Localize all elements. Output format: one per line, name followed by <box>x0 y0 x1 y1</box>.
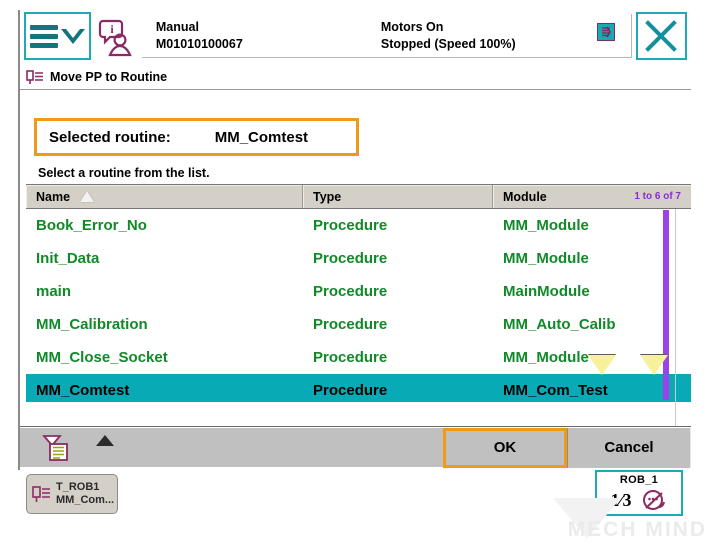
overlay-marker-right <box>640 355 668 375</box>
watermark-text: MECH MIND <box>567 518 707 541</box>
selected-routine-label: Selected routine: <box>49 128 171 146</box>
move-pp-icon <box>26 69 43 84</box>
taskbar-program-name: MM_Com... <box>56 494 115 506</box>
controller-status-panel[interactable]: Manual M01010100067 Motors On Stopped (S… <box>141 14 632 58</box>
application-title: Move PP to Routine <box>50 69 168 84</box>
cell-module: MM_Module <box>503 250 589 267</box>
taskbar-task-name: T_ROB1 <box>56 481 100 493</box>
quickset-mechanical-unit: ROB_1 <box>619 474 659 486</box>
cell-type: Procedure <box>313 283 388 300</box>
operating-mode: Manual <box>155 20 199 34</box>
sort-ascending-icon <box>80 191 95 202</box>
content-area: Selected routine: MM_Comtest Select a ro… <box>20 90 691 427</box>
status-bar: i Manual M01010100067 Motors On Stopped … <box>20 10 691 64</box>
motors-state: Motors On <box>380 20 444 34</box>
column-header-module-label: Module <box>503 189 547 204</box>
filter-document-icon <box>42 434 68 461</box>
cell-name: MM_Comtest <box>36 382 130 399</box>
cell-type: Procedure <box>313 349 388 366</box>
cell-module: MM_Com_Test <box>503 382 608 399</box>
main-menu-button[interactable] <box>24 12 91 60</box>
program-editor-icon <box>32 486 50 502</box>
cancel-button[interactable]: Cancel <box>567 427 691 468</box>
cell-type: Procedure <box>313 316 388 333</box>
taskbar-item-labels: T_ROB1 MM_Com... <box>56 481 114 507</box>
column-header-name-label: Name <box>36 189 71 204</box>
cell-module: MM_Module <box>503 217 589 234</box>
table-row[interactable]: Book_Error_No Procedure MM_Module <box>26 209 691 242</box>
table-header-row: Name Type Module 1 to 6 of 7 <box>26 184 691 209</box>
operator-info-icon[interactable]: i <box>91 10 140 64</box>
production-window-icon[interactable] <box>596 23 615 41</box>
status-mode-column: Manual M01010100067 <box>156 20 381 51</box>
filter-button[interactable] <box>20 433 92 463</box>
cell-type: Procedure <box>313 250 388 267</box>
hamburger-menu-icon <box>29 24 58 48</box>
table-row[interactable]: MM_Calibration Procedure MM_Auto_Calib <box>26 308 691 341</box>
flexpendant-screen: i Manual M01010100067 Motors On Stopped … <box>0 0 709 544</box>
close-window-button[interactable] <box>635 12 687 60</box>
caret-up-icon[interactable] <box>96 435 114 446</box>
cell-name: MM_Close_Socket <box>36 349 168 366</box>
taskbar-item-program-editor[interactable]: T_ROB1 MM_Com... <box>26 474 118 514</box>
cell-name: Init_Data <box>36 250 100 267</box>
cell-name: MM_Calibration <box>36 316 148 333</box>
table-row-selected[interactable]: MM_Comtest Procedure MM_Com_Test <box>26 374 691 402</box>
quickset-jog-icon <box>642 490 665 510</box>
table-row[interactable]: main Procedure MainModule <box>26 275 691 308</box>
overlay-marker-left <box>588 355 616 375</box>
cell-name: Book_Error_No <box>36 217 147 234</box>
cell-name: main <box>36 283 72 300</box>
cell-module: MainModule <box>503 283 590 300</box>
application-window: i Manual M01010100067 Motors On Stopped … <box>18 10 691 470</box>
column-header-type-label: Type <box>313 189 342 204</box>
routine-table: Name Type Module 1 to 6 of 7 Book_Error_… <box>26 184 691 426</box>
column-header-name[interactable]: Name <box>26 185 303 208</box>
column-header-type[interactable]: Type <box>303 185 493 208</box>
table-row[interactable]: Init_Data Procedure MM_Module <box>26 242 691 275</box>
instruction-text: Select a routine from the list. <box>38 166 210 180</box>
cell-type: Procedure <box>313 382 388 399</box>
application-title-bar: Move PP to Routine <box>20 64 691 90</box>
cell-type: Procedure <box>313 217 388 234</box>
pagination-indicator: 1 to 6 of 7 <box>634 191 681 202</box>
table-right-edge <box>675 209 676 426</box>
chevron-down-icon <box>60 28 85 44</box>
svg-text:i: i <box>111 22 115 36</box>
selected-routine-value: MM_Comtest <box>214 128 309 146</box>
controller-id: M01010100067 <box>155 37 243 51</box>
selected-routine-box: Selected routine: MM_Comtest <box>34 118 359 156</box>
ok-button[interactable]: OK <box>443 427 567 468</box>
action-bar: OK Cancel <box>20 427 691 468</box>
execution-state: Stopped (Speed 100%) <box>380 37 516 51</box>
status-exec-column: Motors On Stopped (Speed 100%) <box>381 20 631 51</box>
column-header-module[interactable]: Module 1 to 6 of 7 <box>493 185 691 208</box>
close-x-icon <box>645 20 678 52</box>
cell-module: MM_Auto_Calib <box>503 316 616 333</box>
